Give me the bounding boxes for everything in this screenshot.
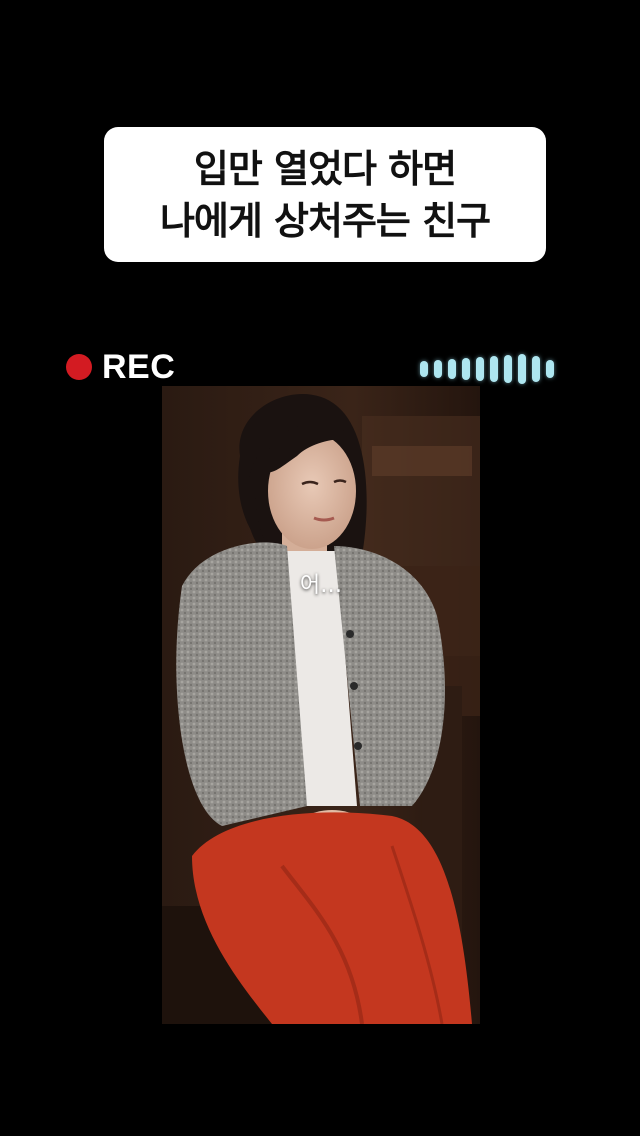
rec-label: REC: [102, 347, 176, 386]
meter-bar: [532, 356, 540, 382]
title-card: 입만 열었다 하면 나에게 상처주는 친구: [104, 127, 546, 262]
video-frame[interactable]: 어…: [162, 386, 480, 1024]
title-line-2: 나에게 상처주는 친구: [159, 198, 491, 243]
meter-bar: [504, 355, 512, 383]
video-scene: [162, 386, 480, 1024]
rec-indicator: REC: [66, 347, 175, 387]
meter-bar: [518, 354, 526, 384]
meter-bar: [462, 358, 470, 380]
audio-level-meter-icon: [420, 352, 580, 386]
meter-bar: [420, 361, 428, 377]
title-line-1: 입만 열었다 하면: [193, 146, 457, 191]
meter-bar: [546, 360, 554, 378]
meter-bar: [490, 356, 498, 382]
meter-bar: [476, 357, 484, 381]
subtitle-caption: 어…: [299, 573, 343, 598]
meter-bar: [448, 359, 456, 379]
record-dot-icon: [66, 354, 92, 380]
meter-bar: [434, 360, 442, 378]
